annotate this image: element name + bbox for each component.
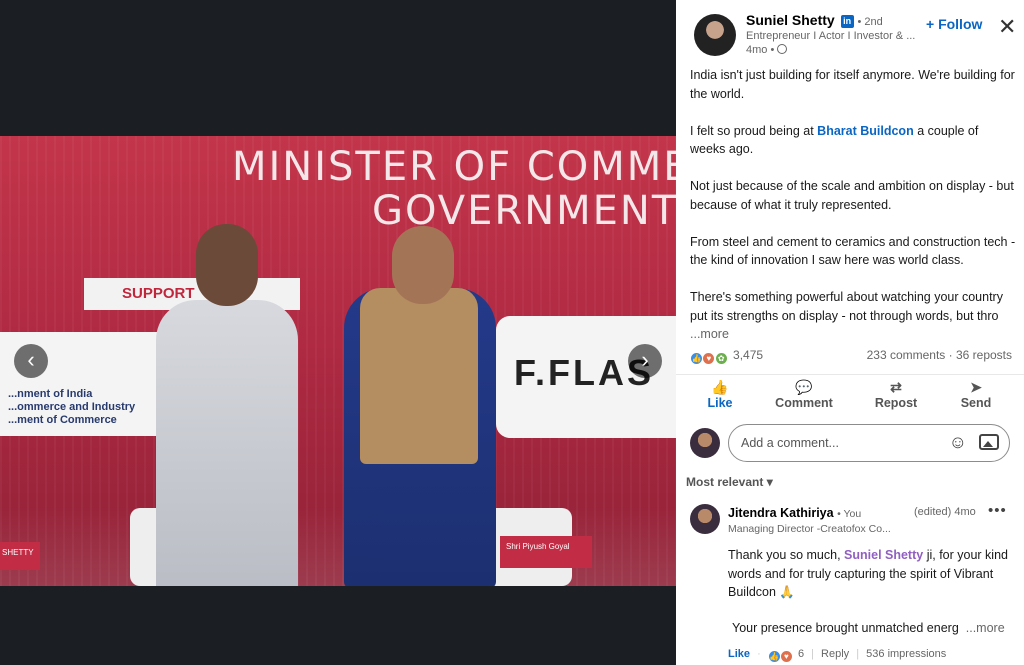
reactions-summary[interactable]: 👍 ♥ ✿ 3,475: [690, 348, 763, 365]
send-icon: ➤: [970, 379, 982, 395]
comments-reposts-count[interactable]: 233 comments · 36 reposts: [867, 348, 1012, 362]
post-photo[interactable]: MINISTER OF COMME GOVERNMENT SUPPORT ...…: [0, 136, 676, 586]
person-right-vest: [360, 288, 478, 464]
comment-text: Thank you so much, Suniel Shetty ji, for…: [728, 546, 1014, 602]
comment-label: Comment: [775, 396, 833, 410]
commenter-you-badge: • You: [837, 508, 862, 520]
nameplate: Shri Piyush Goyal: [500, 536, 592, 568]
comment-reaction-count[interactable]: 6: [798, 648, 804, 660]
next-image-button[interactable]: ›: [628, 344, 662, 378]
media-pane: MINISTER OF COMME GOVERNMENT SUPPORT ...…: [0, 0, 676, 665]
comment-actions: Like · 👍 ♥ 6 | Reply | 536 impressions: [728, 648, 946, 663]
send-button[interactable]: ➤ Send: [936, 379, 1016, 410]
post-paragraph: From steel and cement to ceramics and co…: [690, 234, 1016, 268]
thumbs-up-icon: 👍: [711, 379, 729, 395]
repost-button[interactable]: ⇄ Repost: [856, 379, 936, 410]
comment-bubble-icon: 💬: [795, 379, 813, 395]
post-text: India isn't just building for itself any…: [690, 66, 1016, 362]
author-name[interactable]: Suniel Shetty: [746, 12, 835, 28]
comment-button[interactable]: 💬 Comment: [764, 379, 844, 410]
repost-icon: ⇄: [890, 379, 902, 395]
post-header: Suniel Shetty in • 2nd Entrepreneur I Ac…: [676, 0, 1024, 64]
post-paragraph: I felt so proud being at Bharat Buildcon…: [690, 122, 1016, 159]
send-label: Send: [960, 396, 992, 410]
support-reaction-icon: ✿: [714, 352, 728, 365]
person-left-head: [196, 224, 258, 306]
like-reaction-icon: 👍: [767, 650, 781, 663]
connection-degree: • 2nd: [857, 16, 883, 28]
event-link[interactable]: Bharat Buildcon: [817, 124, 914, 138]
comment-see-more-link[interactable]: ...more: [966, 621, 1005, 635]
divider: |: [811, 648, 814, 660]
divider: ·: [757, 648, 761, 660]
heart-reaction-icon: ♥: [702, 352, 716, 365]
nameplate-left: SHETTY: [0, 542, 40, 570]
previous-image-button[interactable]: ‹: [14, 344, 48, 378]
commenter-avatar[interactable]: [690, 504, 720, 534]
comment-text-fragment: Thank you so much,: [728, 548, 845, 562]
action-bar: 👍 Like 💬 Comment ⇄ Repost ➤ Send: [676, 374, 1024, 416]
mention-link[interactable]: Suniel Shetty: [844, 548, 923, 562]
comment-more-options-icon[interactable]: •••: [988, 502, 1007, 519]
repost-label: Repost: [874, 396, 918, 410]
commenter-name[interactable]: Jitendra Kathiriya: [728, 506, 834, 520]
comment-reply-button[interactable]: Reply: [821, 648, 849, 660]
follow-button[interactable]: + Follow: [926, 16, 982, 32]
comment-like-button[interactable]: Like: [728, 648, 750, 660]
comment-placeholder: Add a comment...: [741, 436, 839, 450]
person-left-suit: [156, 300, 298, 586]
like-reaction-icon: 👍: [690, 352, 703, 365]
comment-impressions: 536 impressions: [866, 648, 947, 660]
author-name-row[interactable]: Suniel Shetty in • 2nd: [746, 12, 883, 28]
post-time: 4mo •: [746, 44, 788, 56]
comment-time: (edited) 4mo: [914, 506, 976, 518]
like-button[interactable]: 👍 Like: [680, 379, 760, 410]
see-more-link[interactable]: ...more: [690, 327, 729, 341]
like-label: Like: [707, 396, 733, 410]
post-detail-panel: Suniel Shetty in • 2nd Entrepreneur I Ac…: [676, 0, 1024, 665]
post-paragraph: India isn't just building for itself any…: [690, 68, 1015, 101]
commenter-headline: Managing Director -Creatofox Co...: [728, 523, 891, 535]
close-icon[interactable]: ✕: [998, 14, 1016, 40]
comment-sort-dropdown[interactable]: Most relevant ▾: [686, 475, 773, 489]
social-counts: 👍 ♥ ✿ 3,475 233 comments · 36 reposts: [690, 348, 1012, 366]
author-avatar[interactable]: [694, 14, 736, 56]
comment-text-line2: Your presence brought unmatched energ ..…: [732, 619, 1014, 637]
globe-icon: [777, 44, 788, 54]
emoji-icon[interactable]: ☺: [949, 432, 967, 453]
reaction-count: 3,475: [733, 348, 764, 362]
author-headline: Entrepreneur I Actor I Investor & ...: [746, 30, 916, 42]
post-text-fragment: There's something powerful about watchin…: [690, 290, 1003, 323]
post-text-fragment: I felt so proud being at: [690, 123, 818, 138]
comment-text-fragment: Your presence brought unmatched energ: [732, 621, 959, 635]
post-paragraph: There's something powerful about watchin…: [690, 288, 1016, 344]
banner-text-line1: MINISTER OF COMME: [232, 144, 676, 190]
post-age: 4mo •: [746, 44, 775, 56]
viewer-avatar: [690, 428, 720, 458]
image-icon[interactable]: [979, 434, 999, 450]
government-text: ...nment of India ...ommerce and Industr…: [8, 388, 136, 426]
linkedin-premium-icon: in: [840, 15, 854, 28]
post-paragraph: Not just because of the scale and ambiti…: [690, 179, 1014, 212]
post-viewer: MINISTER OF COMME GOVERNMENT SUPPORT ...…: [0, 0, 1024, 665]
person-right-head: [392, 226, 454, 304]
divider: |: [856, 648, 860, 660]
comment-input[interactable]: Add a comment... ☺: [728, 424, 1010, 462]
commenter-name-row[interactable]: Jitendra Kathiriya • You: [728, 506, 861, 520]
heart-reaction-icon: ♥: [779, 650, 793, 663]
